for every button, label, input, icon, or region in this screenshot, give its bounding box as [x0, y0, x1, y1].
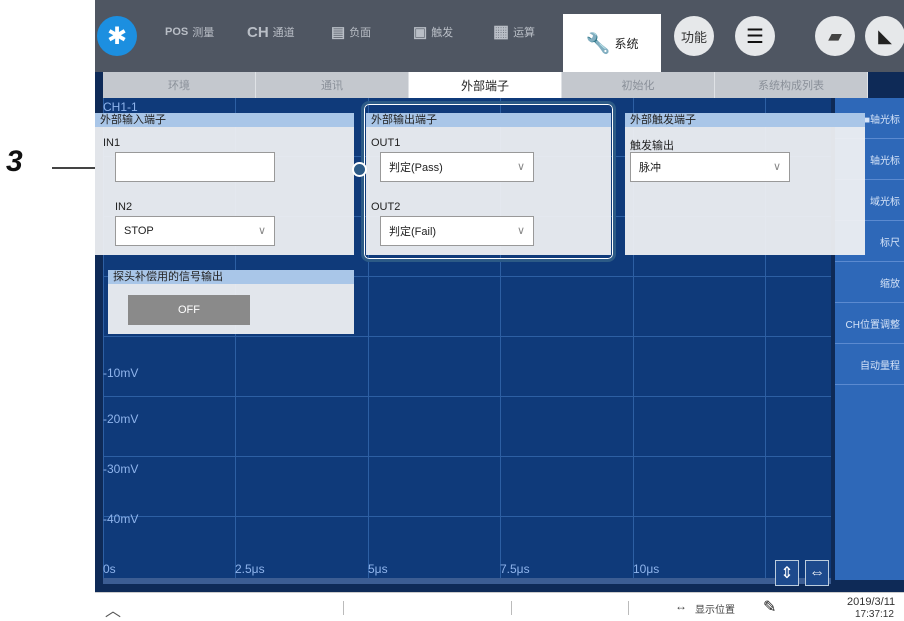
toolbar-channel-label: 通道	[272, 27, 295, 39]
callout-number: 3	[6, 145, 23, 178]
channel-label: CH1-1	[103, 100, 138, 114]
in1-label: IN1	[103, 137, 121, 149]
grid-line	[103, 396, 831, 397]
x-tick-label: 2.5μs	[235, 562, 265, 576]
grid-line	[103, 456, 831, 457]
y-tick-label: -10mV	[103, 366, 139, 380]
time-text: 17:37:12	[855, 609, 894, 620]
toolbar-measure-button[interactable]: POS 测量	[165, 12, 214, 52]
page-icon: ▤	[331, 24, 346, 41]
grid-line	[103, 336, 831, 337]
toolbar-trigger-label: 触发	[431, 27, 454, 39]
chevron-down-icon: ∨	[772, 161, 781, 173]
grid-line	[103, 516, 831, 517]
toolbar-channel-button[interactable]: CH 通道	[247, 12, 295, 52]
side-item-zoom[interactable]: 缩放	[835, 262, 904, 303]
probe-signal-panel: 探头补偿用的信号输出 OFF	[108, 270, 354, 334]
x-tick-label: 5μs	[368, 562, 388, 576]
calc-icon: ▦	[493, 22, 510, 41]
function-label: 功能	[680, 29, 707, 45]
horizontal-arrow-icon[interactable]: ⇔	[805, 560, 829, 586]
in1-select[interactable]	[115, 152, 275, 182]
external-trigger-panel: 外部触发端子 触发输出 脉冲 ∨	[625, 113, 865, 255]
xy-arrows-icon: ↔	[675, 599, 687, 613]
settings-subtabs: 环境 通讯 外部端子 初始化 系统构成列表	[103, 72, 868, 98]
collapse-icon[interactable]: ◣	[865, 16, 904, 56]
probe-off-button[interactable]: OFF	[128, 295, 250, 325]
highlight-frame	[361, 101, 616, 262]
system-tab[interactable]: 🔧 系统	[563, 14, 661, 72]
status-bar: ︿ ↔ 显示位置 ✎ 2019/3/11 17:37:12	[95, 592, 904, 621]
usb-icon: ✎	[763, 599, 777, 616]
tab-external-terminal[interactable]: 外部端子	[409, 72, 562, 98]
trigger-output-label: 触发输出	[630, 140, 674, 152]
x-tick-label: 0s	[103, 562, 116, 576]
date-text: 2019/3/11	[847, 596, 896, 608]
chevron-up-icon[interactable]: ︿	[105, 597, 121, 621]
probe-signal-title: 探头补偿用的信号输出	[108, 270, 354, 284]
wrench-icon: 🔧	[585, 32, 611, 55]
x-tick-label: 7.5μs	[500, 562, 530, 576]
external-trigger-title: 外部触发端子	[625, 113, 865, 127]
instrument-screen: ✱ POS 测量 CH 通道 ▤ 负面 ▣ 触发 ▦ 运算 🔧 系统 功能 ☰ …	[95, 0, 904, 621]
side-item-ch-position[interactable]: CH位置调整	[835, 303, 904, 344]
tab-system-config[interactable]: 系统构成列表	[715, 72, 868, 98]
function-button[interactable]: 功能	[674, 16, 714, 56]
x-tick-label: 10μs	[633, 562, 660, 576]
toolbar-calc-label: 运算	[513, 27, 536, 39]
pos-icon: POS	[165, 26, 189, 38]
y-tick-label: -20mV	[103, 412, 139, 426]
divider	[628, 601, 629, 615]
y-tick-label: -40mV	[103, 512, 139, 526]
tab-environment[interactable]: 环境	[103, 72, 256, 98]
in2-value: STOP	[124, 225, 154, 237]
gear-icon[interactable]: ✱	[97, 16, 137, 56]
in2-label: IN2	[115, 201, 133, 213]
toolbar-page-button[interactable]: ▤ 负面	[331, 12, 371, 52]
external-input-title: 外部输入端子	[95, 113, 354, 127]
side-item-auto-range[interactable]: 自动量程	[835, 344, 904, 385]
y-tick-label: -30mV	[103, 462, 139, 476]
trigger-output-value: 脉冲	[639, 162, 661, 174]
system-tab-label: 系统	[614, 36, 639, 51]
trigger-icon: ▣	[413, 24, 428, 41]
toolbar-page-label: 负面	[349, 27, 372, 39]
external-input-panel: 外部输入端子 IN1 IN2 STOP ∨	[95, 113, 354, 255]
folder-icon[interactable]: ▰	[815, 16, 855, 56]
divider	[343, 601, 344, 615]
in2-select[interactable]: STOP ∨	[115, 216, 275, 246]
callout-dot	[352, 162, 367, 177]
vertical-arrow-icon[interactable]: ⇕	[775, 560, 799, 586]
horizontal-scrollbar[interactable]	[103, 578, 831, 584]
tab-initialize[interactable]: 初始化	[562, 72, 715, 98]
top-toolbar: ✱ POS 测量 CH 通道 ▤ 负面 ▣ 触发 ▦ 运算 🔧 系统 功能 ☰ …	[95, 0, 904, 72]
trigger-output-select[interactable]: 脉冲 ∨	[630, 152, 790, 182]
toolbar-measure-label: 测量	[192, 27, 215, 39]
toolbar-trigger-button[interactable]: ▣ 触发	[413, 12, 453, 52]
chevron-down-icon: ∨	[257, 225, 266, 237]
list-icon[interactable]: ☰	[735, 16, 775, 56]
toolbar-calc-button[interactable]: ▦ 运算	[493, 12, 535, 52]
ch-icon: CH	[247, 23, 269, 41]
divider	[511, 601, 512, 615]
tab-communication[interactable]: 通讯	[256, 72, 409, 98]
display-position-label: 显示位置	[695, 605, 735, 616]
